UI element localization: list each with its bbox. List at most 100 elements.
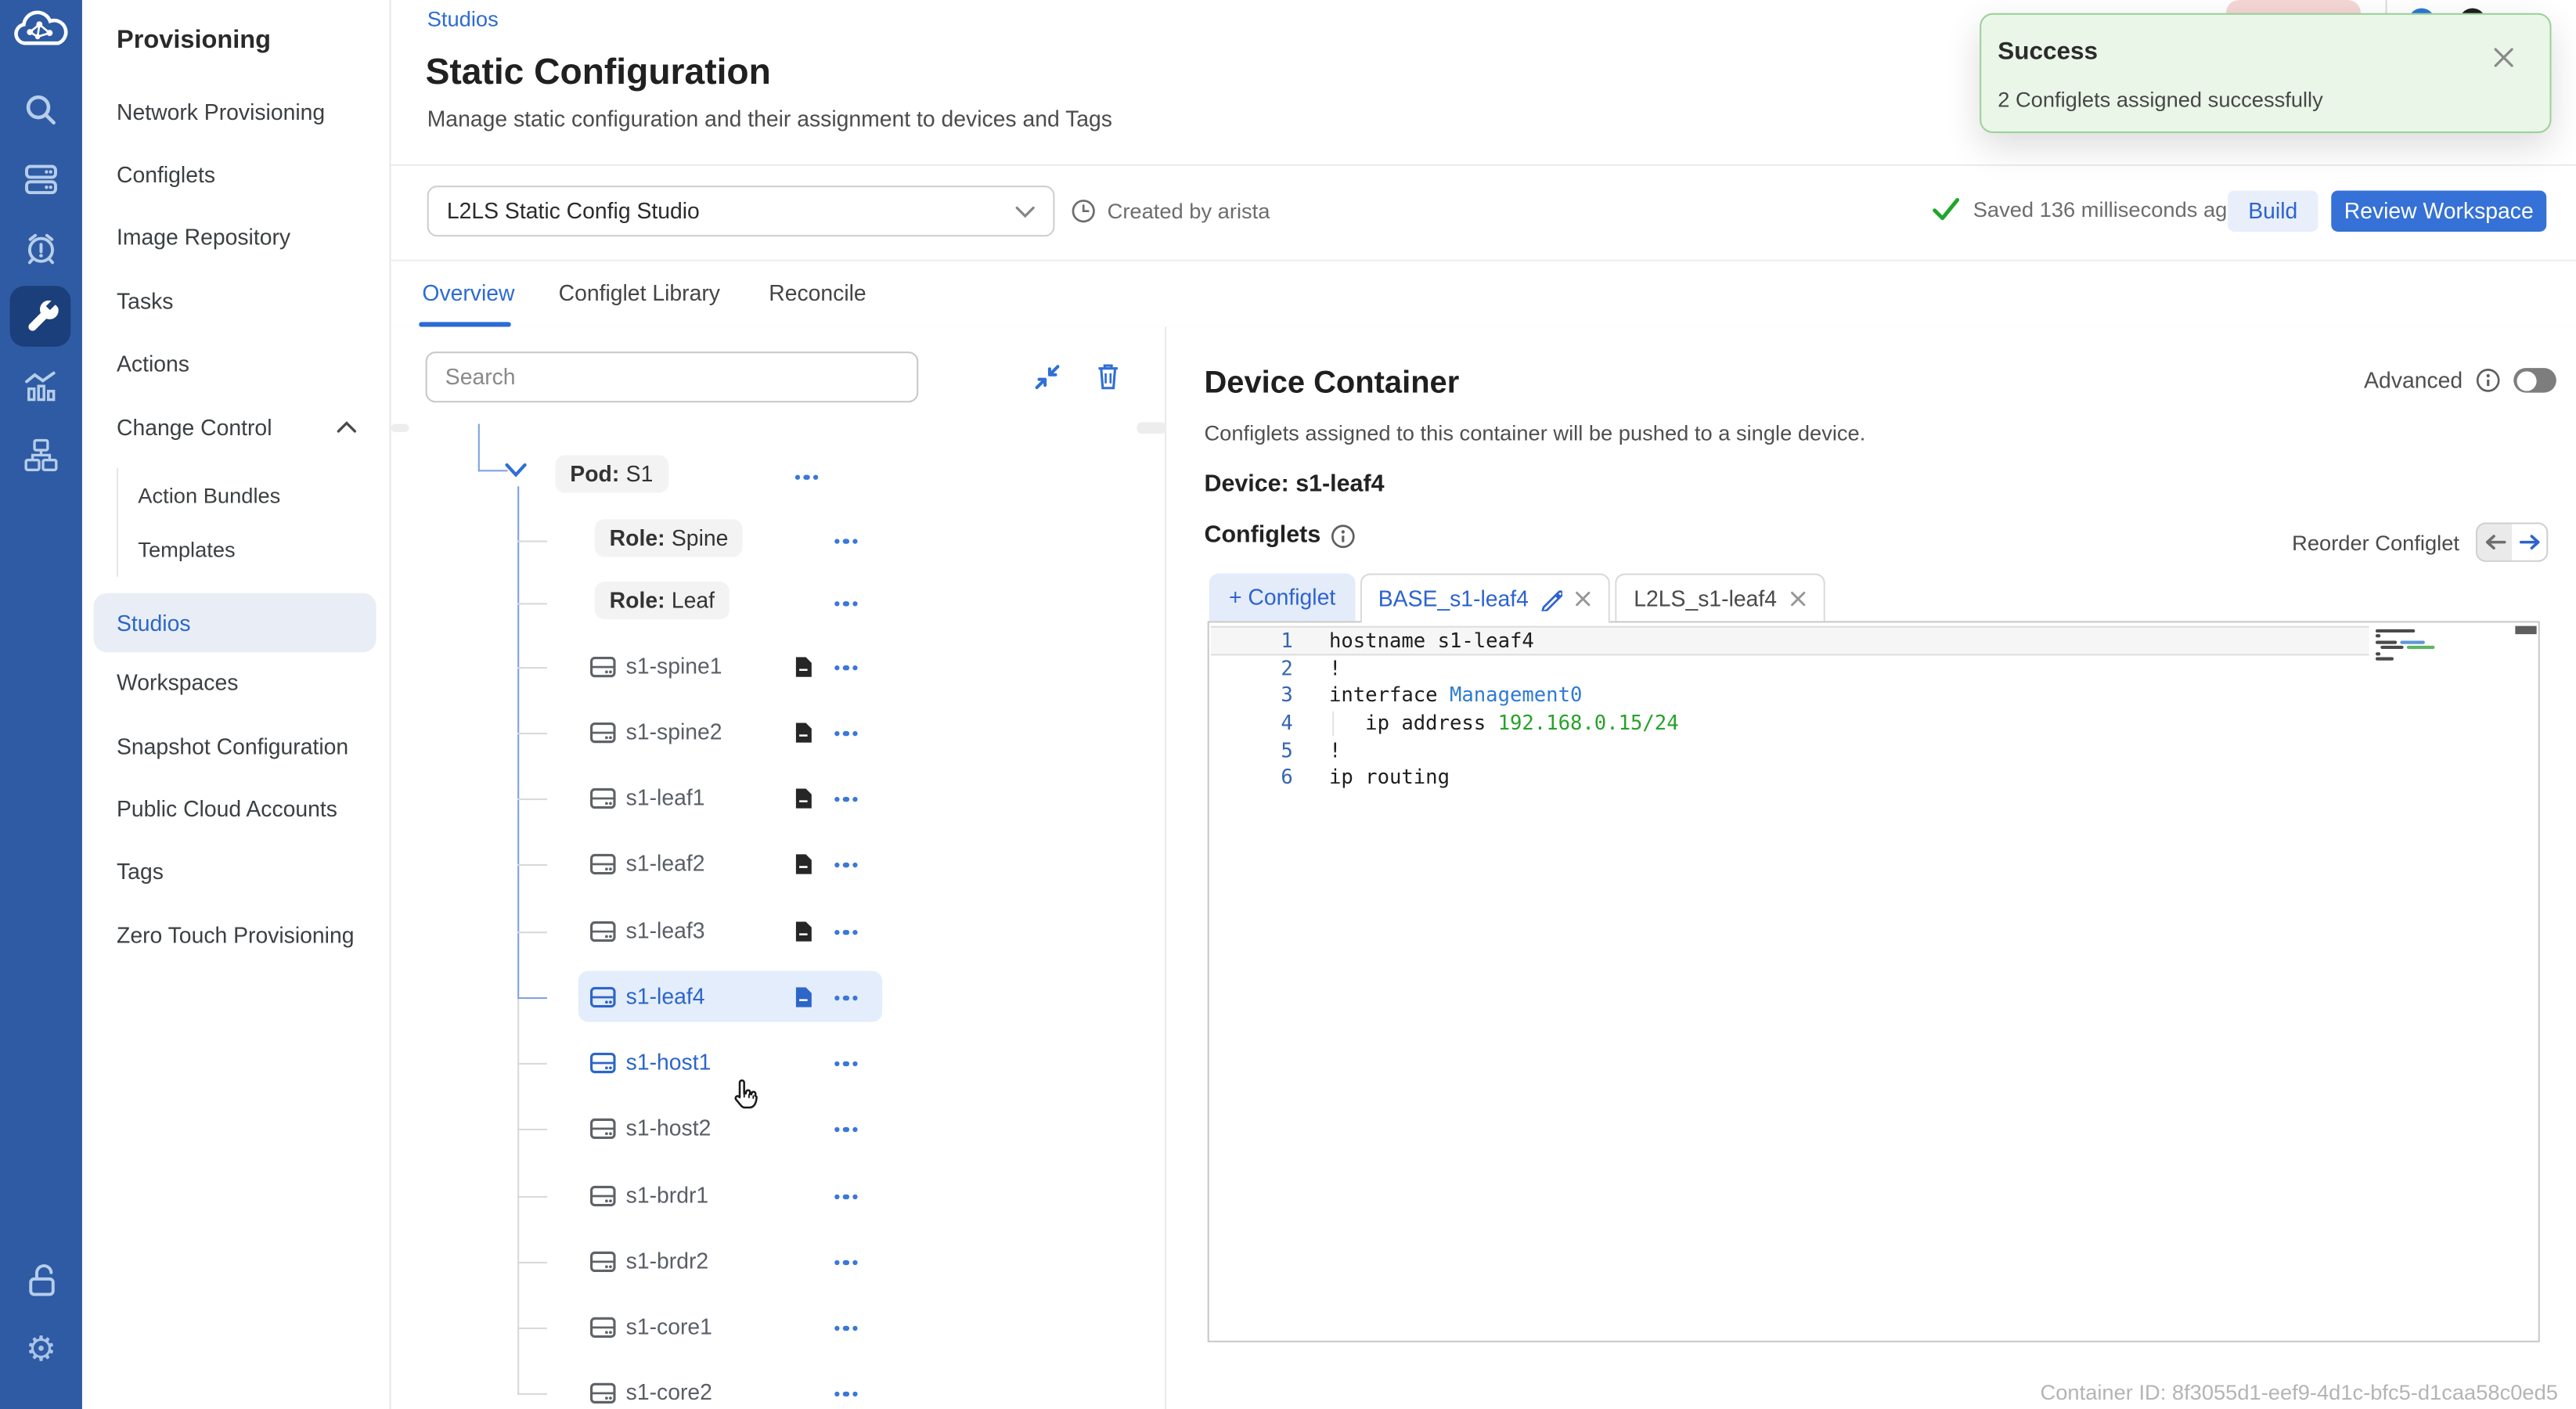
tree-node-device[interactable]: s1-core1 [391,1304,1167,1350]
sidebar-item-image-repository[interactable]: Image Repository [117,225,290,250]
tree-node-device[interactable]: s1-brdr1 [391,1173,1167,1220]
tab-overview[interactable]: Overview [422,281,514,305]
document-icon[interactable] [794,852,813,875]
close-icon[interactable] [1575,589,1593,607]
events-icon[interactable] [0,230,82,266]
settings-gear-icon[interactable]: ⚙ [0,1332,82,1368]
device-name: s1-leaf1 [626,776,705,822]
sidebar-item-tasks[interactable]: Tasks [117,289,173,313]
tab-configlet-library[interactable]: Configlet Library [559,281,720,305]
tree-node-device[interactable]: s1-brdr2 [391,1239,1167,1285]
info-icon[interactable] [2476,368,2500,392]
sidebar-item-network-provisioning[interactable]: Network Provisioning [117,100,325,124]
tree-search-input[interactable] [426,351,919,402]
search-icon[interactable] [0,92,82,128]
close-icon[interactable] [1789,589,1807,607]
more-icon[interactable] [834,665,857,670]
sidebar-item-tags[interactable]: Tags [117,859,164,884]
more-icon[interactable] [834,1126,857,1132]
pod-tag[interactable]: Pod:S1 [555,455,668,492]
arrow-right-icon[interactable] [2512,524,2546,560]
more-icon[interactable] [834,730,857,736]
cloudvision-logo-icon[interactable] [0,10,82,51]
sidebar-item-studios[interactable]: Studios [94,593,376,653]
trash-icon[interactable] [1094,362,1122,391]
editor-minimap[interactable] [2376,629,2461,664]
page-subtitle: Manage static configuration and their as… [427,106,1112,131]
more-icon[interactable] [834,1061,857,1066]
advanced-toggle[interactable] [2513,368,2556,392]
tree-node-device[interactable]: s1-host2 [391,1106,1167,1152]
configlet-tab-base[interactable]: BASE_s1-leaf4 [1360,574,1611,623]
more-icon[interactable] [834,929,857,935]
toggle-knob [2516,370,2535,390]
tree-node-role-leaf[interactable]: Role:Leaf [391,580,1167,626]
tree-node-device-selected[interactable]: s1-leaf4 [391,975,1167,1021]
sidebar-item-action-bundles[interactable]: Action Bundles [138,483,280,507]
tree-node-device[interactable]: s1-leaf2 [391,841,1167,888]
document-icon[interactable] [794,920,813,942]
devices-icon[interactable] [0,161,82,197]
document-icon[interactable] [794,721,813,744]
sidebar-item-zero-touch-provisioning[interactable]: Zero Touch Provisioning [117,924,354,948]
breadcrumb-studios[interactable]: Studios [427,6,499,31]
tree-node-pod[interactable]: Pod:S1 [391,453,1167,499]
role-tag[interactable]: Role:Leaf [595,582,730,619]
sidebar-item-workspaces[interactable]: Workspaces [117,670,238,694]
build-button[interactable]: Build [2228,190,2318,231]
edit-pencil-icon[interactable] [1540,587,1563,610]
studio-select[interactable]: L2LS Static Config Studio [427,186,1055,236]
review-workspace-button[interactable]: Review Workspace [2331,190,2546,231]
more-icon[interactable] [834,995,857,1000]
document-icon[interactable] [794,655,813,678]
tree-node-device[interactable]: s1-leaf3 [391,909,1167,955]
more-icon[interactable] [795,474,818,480]
tree-node-role-spine[interactable]: Role:Spine [391,517,1167,564]
editor-scrollbar-thumb[interactable] [2515,626,2536,634]
topology-icon[interactable] [0,437,82,473]
tab-reconcile[interactable]: Reconcile [769,281,866,305]
add-configlet-button[interactable]: + Configlet [1209,574,1356,622]
role-tag[interactable]: Role:Spine [595,519,743,557]
configlet-code-editor[interactable]: 1 hostname s1-leaf4 2 ! 3 interface Mana… [1208,621,2540,1342]
sidebar-item-snapshot-configuration[interactable]: Snapshot Configuration [117,734,348,759]
more-icon[interactable] [834,1194,857,1199]
reorder-configlet-control: Reorder Configlet [2292,522,2548,561]
tree-node-device[interactable]: s1-leaf1 [391,776,1167,822]
sidebar-item-change-control[interactable]: Change Control [117,416,272,440]
configlet-tab-l2ls[interactable]: L2LS_s1-leaf4 [1616,574,1825,622]
more-icon[interactable] [834,1259,857,1265]
sidebar-item-public-cloud-accounts[interactable]: Public Cloud Accounts [117,797,337,821]
device-icon [589,1250,616,1273]
tree-node-device[interactable]: s1-spine2 [391,710,1167,756]
dashboards-icon[interactable] [0,368,82,404]
tree-node-device[interactable]: s1-core2 [391,1370,1167,1409]
device-icon [589,1184,616,1207]
device-icon [589,852,616,875]
tree-node-device[interactable]: s1-spine1 [391,644,1167,690]
document-icon[interactable] [794,986,813,1008]
more-icon[interactable] [834,1325,857,1331]
sidebar-item-configlets[interactable]: Configlets [117,163,215,187]
more-icon[interactable] [834,538,857,543]
more-icon[interactable] [834,796,857,802]
more-icon[interactable] [834,1391,857,1396]
document-icon[interactable] [794,787,813,809]
more-icon[interactable] [834,600,857,606]
close-icon[interactable] [2492,46,2515,69]
more-icon[interactable] [834,862,857,867]
tree-node-device-hovered[interactable]: s1-host1 [391,1040,1167,1086]
collapse-icon[interactable] [1033,363,1061,391]
advanced-label: Advanced [2364,368,2463,392]
configlet-tab-label: BASE_s1-leaf4 [1378,586,1529,611]
line-number: 3 [1209,684,1293,707]
unlock-icon[interactable] [0,1262,82,1299]
device-name: s1-spine2 [626,710,722,756]
sidebar-item-actions[interactable]: Actions [117,351,189,376]
app-rail: ⚙ [0,0,82,1409]
sidebar-item-templates[interactable]: Templates [138,537,235,561]
provisioning-icon[interactable] [0,297,82,335]
chevron-up-icon[interactable] [337,420,356,434]
arrow-left-icon[interactable] [2477,524,2512,560]
info-icon[interactable] [1331,523,1355,547]
